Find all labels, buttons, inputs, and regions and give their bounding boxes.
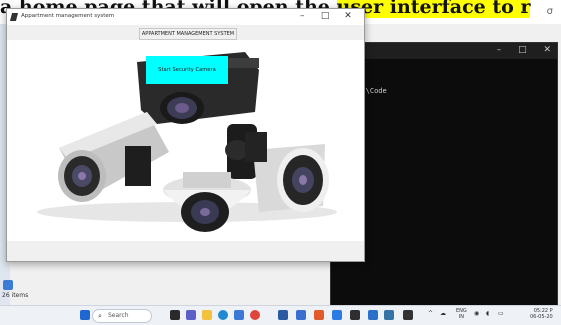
minimize-button[interactable]: – (292, 11, 312, 21)
feather-app-icon[interactable] (403, 310, 413, 320)
maximize-button[interactable]: □ (315, 11, 335, 21)
search-placeholder: Search (108, 312, 129, 319)
folder-icon[interactable] (3, 280, 13, 290)
search-box[interactable]: ⌕ Search (92, 309, 152, 323)
volume-icon[interactable]: ◖ (486, 310, 489, 317)
store-icon[interactable] (296, 310, 306, 320)
clock[interactable]: 05:22 P 06-05-20 (530, 308, 553, 320)
terminal-minimize-button[interactable]: – (497, 45, 502, 55)
document-minimize-button[interactable]: – (520, 6, 525, 17)
explorer-item-count: 26 items (2, 292, 29, 299)
start-security-camera-button[interactable]: Start Security Camera (146, 56, 228, 84)
app-body: APPARTMENT MANAGEMENT SYSTEM Start Secur… (7, 25, 364, 261)
vscode-icon[interactable] (278, 310, 288, 320)
python-icon[interactable] (384, 310, 394, 320)
chat-icon[interactable] (186, 310, 196, 320)
app-window: Appartment management system – □ ✕ APPAR… (6, 8, 365, 262)
mail-icon[interactable] (332, 310, 342, 320)
chrome-icon[interactable] (250, 310, 260, 320)
document-heading-highlight: user interface to r (336, 0, 531, 18)
chevron-up-icon[interactable]: ^ (428, 310, 433, 317)
app-titlebar[interactable]: Appartment management system – □ ✕ (7, 9, 364, 25)
start-icon[interactable] (80, 310, 90, 320)
document-restore-button[interactable]: σ (547, 6, 553, 17)
feather-icon (9, 13, 19, 21)
search-icon: ⌕ (98, 312, 102, 320)
document-window-controls: – σ (502, 6, 553, 17)
language-indicator[interactable]: ENG IN (456, 308, 467, 320)
edge-icon[interactable] (218, 310, 228, 320)
file-explorer-icon[interactable] (202, 310, 212, 320)
cloud-icon[interactable]: ☁ (440, 310, 446, 317)
terminal-window-controls: – □ ✕ (483, 45, 551, 55)
task-view-icon[interactable] (170, 310, 180, 320)
office-icon[interactable] (314, 310, 324, 320)
region-code: IN (458, 314, 464, 320)
app-window-controls: – □ ✕ (292, 11, 358, 21)
close-button[interactable]: ✕ (338, 11, 358, 21)
date: 06-05-20 (530, 314, 553, 320)
wifi-icon[interactable]: ◉ (474, 310, 479, 317)
terminal-icon[interactable] (350, 310, 360, 320)
terminal-close-button[interactable]: ✕ (543, 45, 551, 55)
system-title-label: APPARTMENT MANAGEMENT SYSTEM (139, 28, 237, 40)
battery-icon[interactable]: ▭ (498, 310, 504, 317)
terminal-maximize-button[interactable]: □ (518, 45, 527, 55)
app-title: Appartment management system (21, 13, 115, 19)
taskbar: ⌕ Search ^ ☁ ENG IN ◉ ◖ ▭ 05:22 P 06-05-… (0, 305, 561, 325)
calendar-icon[interactable] (368, 310, 378, 320)
photos-icon[interactable] (234, 310, 244, 320)
